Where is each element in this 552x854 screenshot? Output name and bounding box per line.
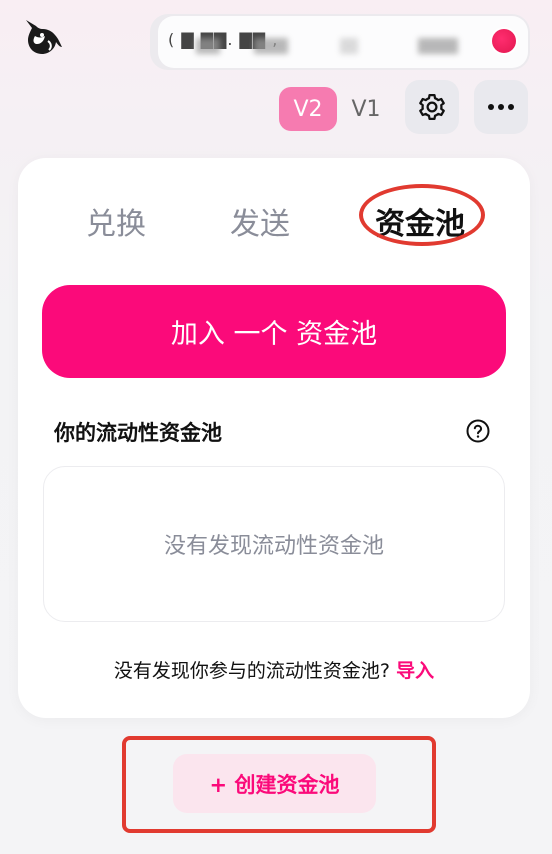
tab-pool[interactable]: 资金池: [375, 199, 465, 243]
settings-button[interactable]: [405, 80, 459, 134]
address-redaction: [340, 38, 358, 54]
question-circle-icon[interactable]: [465, 418, 491, 444]
import-hint-text: 没有发现你参与的流动性资金池?: [113, 660, 391, 682]
account-avatar-icon: [492, 29, 516, 53]
version-v1-button[interactable]: V1: [346, 87, 386, 131]
empty-pools-box: 没有发现流动性资金池: [43, 466, 505, 622]
your-liquidity-title: 你的流动性资金池: [54, 421, 222, 445]
tab-send[interactable]: 发送: [230, 199, 290, 243]
tab-swap[interactable]: 兑换: [86, 199, 146, 243]
join-pool-button[interactable]: 加入 一个 资金池: [42, 285, 506, 378]
import-link[interactable]: 导入: [396, 660, 434, 682]
version-v2-button[interactable]: V2: [279, 87, 337, 131]
more-button[interactable]: [474, 80, 528, 134]
create-pool-button[interactable]: + 创建资金池: [173, 754, 376, 813]
address-redaction: [418, 38, 458, 54]
more-dots-icon: [488, 104, 514, 110]
gear-icon: [419, 94, 445, 120]
empty-pools-text: 没有发现流动性资金池: [163, 534, 384, 559]
address-redaction: [196, 38, 220, 54]
address-redaction: [254, 38, 288, 54]
import-hint: 没有发现你参与的流动性资金池? 导入: [0, 656, 548, 683]
uniswap-unicorn-icon[interactable]: [18, 14, 64, 60]
